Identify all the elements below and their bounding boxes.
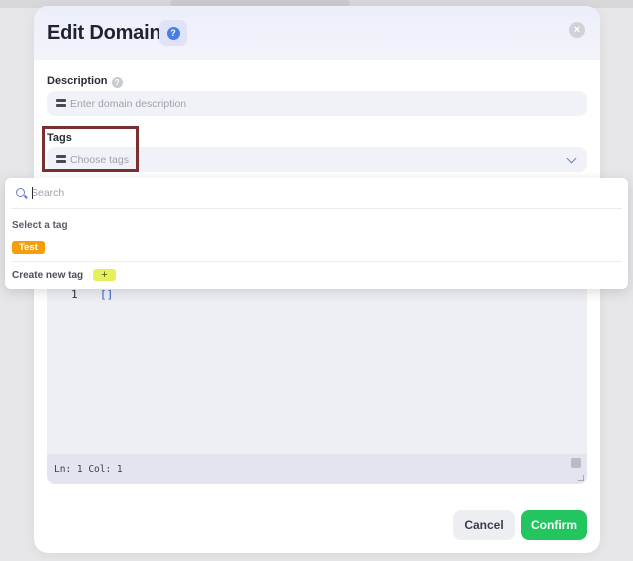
divider <box>11 208 622 209</box>
select-tag-heading: Select a tag <box>12 220 68 231</box>
help-button[interactable]: ? <box>159 20 187 46</box>
database-icon <box>56 155 66 164</box>
text-caret <box>32 187 33 199</box>
create-new-tag-label: Create new tag <box>12 270 84 281</box>
question-icon[interactable]: ? <box>111 77 123 88</box>
tags-dropdown: Select a tag Test Create new tag + <box>5 178 628 289</box>
resize-handle-icon[interactable] <box>578 475 584 481</box>
description-label: Description? <box>47 75 123 88</box>
editor-status-bar: Ln: 1 Col: 1 <box>47 454 587 484</box>
tags-select[interactable]: Choose tags <box>47 147 587 172</box>
description-label-text: Description <box>47 75 108 87</box>
tag-option-test[interactable]: Test <box>12 241 45 254</box>
confirm-button[interactable]: Confirm <box>521 510 587 540</box>
tags-label: Tags <box>47 132 72 144</box>
description-input[interactable]: Enter domain description <box>47 91 587 116</box>
line-number: 1 <box>71 288 78 301</box>
description-placeholder: Enter domain description <box>70 97 187 110</box>
close-icon[interactable]: × <box>569 22 585 38</box>
cursor-position: Ln: 1 Col: 1 <box>54 463 123 475</box>
modal-header: Edit Domain ? × <box>34 6 600 60</box>
tags-placeholder: Choose tags <box>70 153 129 166</box>
code-line[interactable]: [] <box>100 288 113 301</box>
chevron-down-icon[interactable] <box>566 153 577 164</box>
database-icon <box>56 99 66 108</box>
search-icon <box>16 188 25 197</box>
format-icon[interactable] <box>571 458 581 468</box>
question-icon: ? <box>166 26 180 40</box>
modal-title: Edit Domain <box>47 22 162 44</box>
add-tag-button[interactable]: + <box>93 269 116 281</box>
tag-search-input[interactable] <box>31 185 591 201</box>
divider <box>11 261 622 262</box>
dropdown-search-row <box>5 178 628 208</box>
cancel-button[interactable]: Cancel <box>453 510 515 540</box>
json-editor[interactable]: 1 [] Ln: 1 Col: 1 <box>47 270 587 484</box>
